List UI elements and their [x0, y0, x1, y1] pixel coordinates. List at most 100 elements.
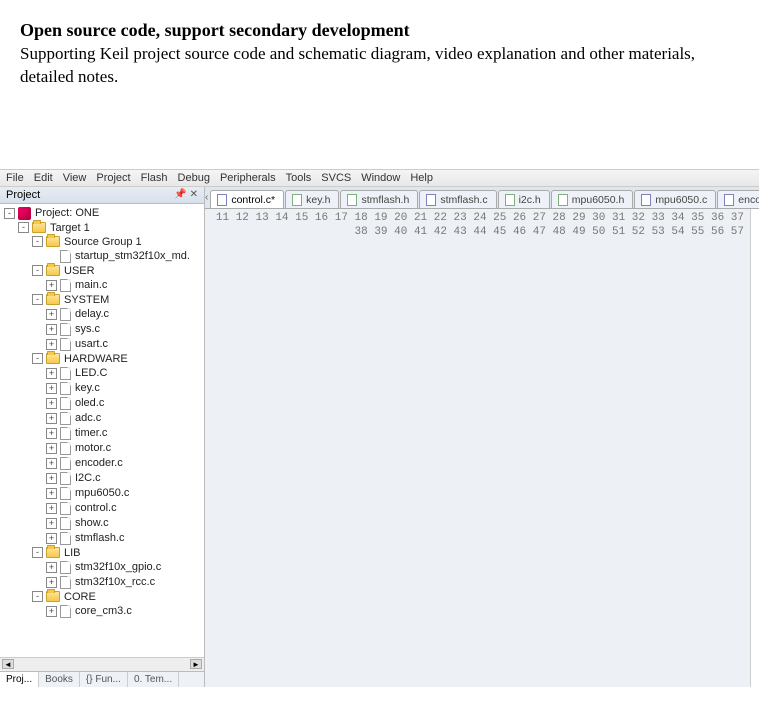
tree-item[interactable]: +usart.c [0, 337, 204, 352]
tree-item[interactable]: -CORE [0, 590, 204, 604]
editor-tab[interactable]: encoder.c [717, 190, 759, 208]
menu-edit[interactable]: Edit [34, 172, 53, 184]
editor-tab[interactable]: key.h [285, 190, 339, 208]
folder-icon [32, 222, 46, 233]
scroll-left-icon[interactable]: ◄ [2, 659, 14, 669]
expand-icon[interactable]: + [46, 488, 57, 499]
menu-project[interactable]: Project [96, 172, 130, 184]
collapse-icon[interactable]: - [32, 294, 43, 305]
expand-icon[interactable]: + [46, 562, 57, 573]
file-icon [60, 427, 71, 440]
expand-icon[interactable]: + [46, 280, 57, 291]
menu-flash[interactable]: Flash [141, 172, 168, 184]
expand-icon[interactable]: + [46, 577, 57, 588]
project-panel-title: Project [6, 189, 40, 201]
editor-tab[interactable]: stmflash.h [340, 190, 418, 208]
menu-view[interactable]: View [63, 172, 87, 184]
collapse-icon[interactable]: - [32, 591, 43, 602]
tree-item[interactable]: -Project: ONE [0, 206, 204, 221]
expand-icon[interactable]: + [46, 324, 57, 335]
tree-item[interactable]: + timer.c [0, 426, 204, 441]
tab-label: stmflash.c [440, 194, 487, 206]
tree-item[interactable]: -USER [0, 264, 204, 278]
tree-label: I2C.c [75, 472, 101, 484]
tree-item[interactable]: +main.c [0, 278, 204, 293]
editor-tab[interactable]: stmflash.c [419, 190, 496, 208]
project-tree[interactable]: -Project: ONE-Target 1-Source Group 1sta… [0, 204, 204, 657]
expand-icon[interactable]: + [46, 458, 57, 469]
editor-tab[interactable]: i2c.h [498, 190, 550, 208]
collapse-icon[interactable]: - [4, 208, 15, 219]
menu-help[interactable]: Help [410, 172, 433, 184]
panel-tab[interactable]: Proj... [0, 672, 39, 687]
file-icon [60, 457, 71, 470]
tree-item[interactable]: +show.c [0, 516, 204, 531]
menu-svcs[interactable]: SVCS [321, 172, 351, 184]
expand-icon[interactable]: + [46, 533, 57, 544]
tree-item[interactable]: -LIB [0, 546, 204, 560]
collapse-icon[interactable]: - [32, 353, 43, 364]
expand-icon[interactable]: + [46, 309, 57, 320]
tree-item[interactable]: +motor.c [0, 441, 204, 456]
tree-item[interactable]: + mpu6050.c [0, 486, 204, 501]
tree-label: key.c [75, 382, 100, 394]
tab-label: i2c.h [519, 194, 541, 206]
tree-label: timer.c [75, 427, 107, 439]
tab-nav-left-icon[interactable]: ‹ [205, 192, 208, 203]
expand-icon[interactable]: + [46, 518, 57, 529]
tree-item[interactable]: +core_cm3.c [0, 604, 204, 619]
expand-icon[interactable]: + [46, 428, 57, 439]
collapse-icon[interactable]: - [32, 236, 43, 247]
expand-icon[interactable]: + [46, 339, 57, 350]
menu-file[interactable]: File [6, 172, 24, 184]
tree-item[interactable]: +stm32f10x_gpio.c [0, 560, 204, 575]
tree-item[interactable]: -Source Group 1 [0, 235, 204, 249]
line-gutter: 11 12 13 14 15 16 17 18 19 20 21 22 23 2… [205, 209, 751, 687]
tree-item[interactable]: + adc.c [0, 411, 204, 426]
expand-icon[interactable]: + [46, 383, 57, 394]
expand-icon[interactable]: + [46, 473, 57, 484]
editor-tab[interactable]: mpu6050.c [634, 190, 716, 208]
tree-item[interactable]: +sys.c [0, 322, 204, 337]
tree-item[interactable]: -Target 1 [0, 221, 204, 235]
tree-item[interactable]: +encoder.c [0, 456, 204, 471]
tree-item[interactable]: + key.c [0, 381, 204, 396]
panel-tab[interactable]: 0. Tem... [128, 672, 179, 687]
scroll-right-icon[interactable]: ► [190, 659, 202, 669]
tree-label: mpu6050.c [75, 487, 129, 499]
editor-tab[interactable]: control.c* [210, 190, 284, 208]
pin-icon[interactable]: 📌 ✕ [174, 189, 198, 200]
h-scrollbar[interactable]: ◄ ► [0, 657, 204, 671]
folder-icon [46, 265, 60, 276]
tree-label: adc.c [75, 412, 101, 424]
code-content[interactable]: int Encoder_x=0,Encoder_y=0; //两个电机编码器的值… [751, 209, 759, 687]
expand-icon[interactable]: + [46, 413, 57, 424]
expand-icon[interactable]: + [46, 503, 57, 514]
panel-tab[interactable]: {} Fun... [80, 672, 128, 687]
expand-icon[interactable]: + [46, 398, 57, 409]
editor-tab[interactable]: mpu6050.h [551, 190, 634, 208]
tree-item[interactable]: +control.c [0, 501, 204, 516]
tree-item[interactable]: +delay.c [0, 307, 204, 322]
menu-tools[interactable]: Tools [286, 172, 312, 184]
collapse-icon[interactable]: - [32, 265, 43, 276]
code-editor[interactable]: 11 12 13 14 15 16 17 18 19 20 21 22 23 2… [205, 209, 759, 687]
expand-icon[interactable]: + [46, 368, 57, 379]
tree-item[interactable]: + I2C.c [0, 471, 204, 486]
panel-tab[interactable]: Books [39, 672, 80, 687]
collapse-icon[interactable]: - [32, 547, 43, 558]
tree-item[interactable]: -SYSTEM [0, 293, 204, 307]
menu-debug[interactable]: Debug [178, 172, 210, 184]
expand-icon[interactable]: + [46, 443, 57, 454]
menu-peripherals[interactable]: Peripherals [220, 172, 276, 184]
expand-icon[interactable]: + [46, 606, 57, 617]
tree-item[interactable]: +stm32f10x_rcc.c [0, 575, 204, 590]
tree-item[interactable]: +LED.C [0, 366, 204, 381]
tree-item[interactable]: +oled.c [0, 396, 204, 411]
project-panel: Project 📌 ✕ -Project: ONE-Target 1-Sourc… [0, 187, 205, 687]
tree-item[interactable]: startup_stm32f10x_md. [0, 249, 204, 264]
tree-item[interactable]: -HARDWARE [0, 352, 204, 366]
tree-item[interactable]: +stmflash.c [0, 531, 204, 546]
menu-window[interactable]: Window [361, 172, 400, 184]
collapse-icon[interactable]: - [18, 222, 29, 233]
